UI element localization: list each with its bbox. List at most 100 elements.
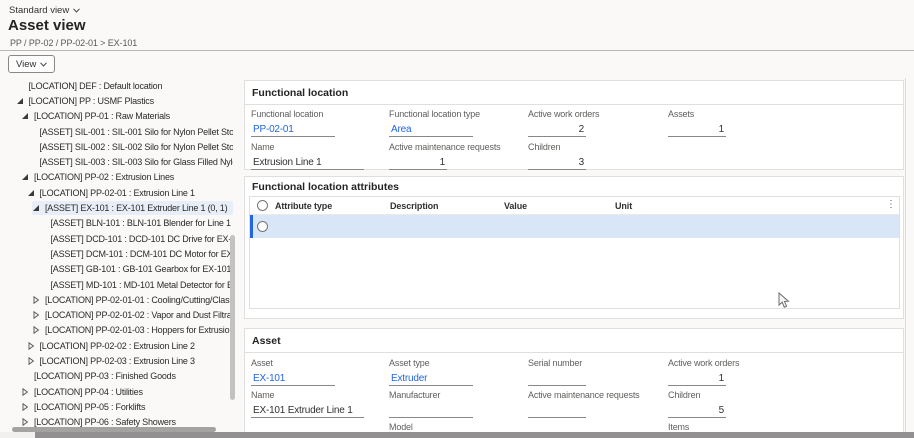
field-value-active-work-orders[interactable]: 1 — [668, 372, 726, 386]
field-value-serial-number[interactable] — [528, 372, 586, 386]
tree-item-location-pp-02-01-extrusion[interactable]: [LOCATION] PP-02-01 : Extrusion Line 1 — [0, 185, 233, 200]
page-horizontal-scrollbar[interactable] — [0, 432, 914, 438]
more-options-icon[interactable]: ⋮ — [886, 199, 896, 210]
expand-arrow-icon[interactable] — [21, 418, 34, 427]
tree-item-label: [LOCATION] PP-02-01 : Extrusion Line 1 — [39, 187, 196, 198]
tree-item-label: [LOCATION] PP-02-01-02 : Vapor and Dust … — [45, 310, 233, 321]
field-value-children[interactable]: 3 — [528, 156, 586, 170]
field-value-name[interactable]: Extrusion Line 1 — [251, 156, 364, 170]
field-name: Name EX-101 Extruder Line 1 — [251, 390, 364, 418]
field-label: Children — [668, 390, 701, 400]
tree-item-location-pp-02-01-02-vapor[interactable]: [LOCATION] PP-02-01-02 : Vapor and Dust … — [0, 307, 233, 322]
field-value-name[interactable]: EX-101 Extruder Line 1 — [251, 404, 364, 418]
field-value-active-maintenance-requests[interactable]: 1 — [389, 156, 447, 170]
expand-arrow-icon[interactable] — [27, 341, 40, 350]
field-label: Functional location — [251, 109, 324, 119]
field-value-active-maintenance-requests[interactable] — [528, 404, 586, 418]
collapse-arrow-icon[interactable] — [16, 97, 29, 105]
collapse-arrow-icon[interactable] — [27, 189, 40, 197]
tree-item-location-pp-06-safety[interactable]: [LOCATION] PP-06 : Safety Showers — [0, 415, 233, 428]
tree-item-asset-sil-002-sil-002[interactable]: [ASSET] SIL-002 : SIL-002 Silo for Nylon… — [0, 139, 234, 154]
section-title: Asset — [245, 329, 903, 353]
tree-item-label: [LOCATION] DEF : Default location — [28, 80, 163, 91]
row-select-radio[interactable] — [257, 221, 268, 232]
select-all-radio[interactable] — [257, 200, 268, 211]
column-header-value[interactable]: Value — [504, 201, 527, 211]
column-header-unit[interactable]: Unit — [615, 201, 632, 211]
field-label: Children — [528, 142, 561, 152]
tree-item-asset-ex-101-ex-101[interactable]: [ASSET] EX-101 : EX-101 Extruder Line 1 … — [0, 200, 233, 216]
view-button-label: View — [16, 58, 37, 70]
tree-item-location-pp-01-raw[interactable]: [LOCATION] PP-01 : Raw Materials — [0, 109, 233, 124]
field-value-manufacturer[interactable] — [389, 404, 473, 418]
field-label: Serial number — [528, 358, 583, 368]
tree-item-label: [LOCATION] PP-01 : Raw Materials — [34, 111, 170, 122]
field-functional-location: Functional location PP-02-01 — [251, 109, 335, 137]
field-value-functional-location[interactable]: PP-02-01 — [251, 123, 335, 137]
field-label: Functional location type — [389, 109, 480, 119]
tree-item-location-pp-usmf[interactable]: [LOCATION] PP : USMF Plastics — [0, 93, 233, 108]
tree-item-asset-sil-003-sil-003[interactable]: [ASSET] SIL-003 : SIL-003 Silo for Glass… — [0, 154, 234, 169]
column-header-attribute-type[interactable]: Attribute type — [275, 201, 332, 211]
view-selector-label: Standard view — [9, 5, 70, 16]
view-selector[interactable]: Standard view — [9, 5, 81, 16]
expand-arrow-icon[interactable] — [21, 387, 34, 396]
tree-item-label: [LOCATION] PP-03 : Finished Goods — [34, 371, 176, 382]
attributes-grid-header: ⋮ Attribute type Description Value Unit — [250, 197, 899, 215]
tree-item-asset-md-101-md-101[interactable]: [ASSET] MD-101 : MD-101 Metal Detector f… — [0, 277, 234, 292]
tree-item-asset-dcm-101-dcm-101[interactable]: [ASSET] DCM-101 : DCM-101 DC Motor for E… — [0, 246, 234, 261]
tree-item-asset-gb-101-gb-101[interactable]: [ASSET] GB-101 : GB-101 Gearbox for EX-1… — [0, 262, 233, 277]
field-label: Name — [251, 142, 275, 152]
tree-item-label: [LOCATION] PP-02-02 : Extrusion Line 2 — [39, 340, 196, 351]
tree-item-label: [LOCATION] PP-02-03 : Extrusion Line 3 — [39, 355, 196, 366]
row-selection-accent — [250, 215, 253, 238]
view-button[interactable]: View — [8, 55, 56, 73]
field-asset-type: Asset type Extruder — [389, 358, 473, 386]
field-value-functional-location-type[interactable]: Area — [389, 123, 473, 137]
field-active-work-orders: Active work orders 2 — [528, 109, 599, 137]
collapse-arrow-icon[interactable] — [32, 204, 45, 212]
tree-item-label: [LOCATION] PP-05 : Forklifts — [34, 401, 146, 412]
field-label: Name — [251, 390, 275, 400]
column-header-description[interactable]: Description — [390, 201, 439, 211]
field-value-active-work-orders[interactable]: 2 — [528, 123, 586, 137]
tree-item-location-pp-02-02-extrusion[interactable]: [LOCATION] PP-02-02 : Extrusion Line 2 — [0, 338, 233, 353]
attribute-row[interactable] — [250, 215, 899, 238]
breadcrumb-bar: PP / PP-02 / PP-02-01 > EX-101 — [0, 36, 914, 51]
field-label: Active maintenance requests — [528, 390, 640, 400]
tree-item-location-pp-02-01-01-cooling-cutting-classify[interactable]: [LOCATION] PP-02-01-01 : Cooling/Cutting… — [0, 292, 233, 307]
tree-item-location-pp-03-finished[interactable]: [LOCATION] PP-03 : Finished Goods — [0, 369, 233, 384]
field-label: Manufacturer — [389, 390, 441, 400]
field-value-asset-type[interactable]: Extruder — [389, 372, 473, 386]
tree-vertical-scrollbar[interactable] — [230, 235, 235, 400]
field-value-assets[interactable]: 1 — [668, 123, 726, 137]
expand-arrow-icon[interactable] — [32, 326, 45, 335]
page-horizontal-scrollbar-thumb[interactable] — [35, 432, 914, 438]
expand-arrow-icon[interactable] — [32, 311, 45, 320]
field-functional-location-type: Functional location type Area — [389, 109, 480, 137]
tree-item-location-pp-02-extrusion[interactable]: [LOCATION] PP-02 : Extrusion Lines — [0, 170, 233, 185]
field-value-asset[interactable]: EX-101 — [251, 372, 335, 386]
breadcrumb[interactable]: PP / PP-02 / PP-02-01 > EX-101 — [10, 38, 137, 48]
tree-item-location-pp-05-forklifts[interactable]: [LOCATION] PP-05 : Forklifts — [0, 399, 233, 414]
tree-item-asset-bln-101-bln-101[interactable]: [ASSET] BLN-101 : BLN-101 Blender for Li… — [0, 216, 233, 231]
tree-item-asset-sil-001-sil-001[interactable]: [ASSET] SIL-001 : SIL-001 Silo for Nylon… — [0, 124, 234, 139]
asset-section: Asset Asset EX-101 Asset type Extruder Seria… — [244, 328, 904, 438]
panel-right-divider — [905, 78, 906, 432]
collapse-arrow-icon[interactable] — [21, 173, 34, 181]
collapse-arrow-icon[interactable] — [21, 112, 34, 120]
tree-item-label: [ASSET] GB-101 : GB-101 Gearbox for EX-1… — [50, 264, 232, 275]
tree-item-location-pp-02-03-extrusion[interactable]: [LOCATION] PP-02-03 : Extrusion Line 3 — [0, 353, 233, 368]
field-serial-number: Serial number — [528, 358, 586, 386]
tree-item-location-pp-04-utilities[interactable]: [LOCATION] PP-04 : Utilities — [0, 384, 233, 399]
expand-arrow-icon[interactable] — [21, 402, 34, 411]
tree-item-location-pp-02-01-03-hoppers[interactable]: [LOCATION] PP-02-01-03 : Hoppers for Ext… — [0, 323, 233, 338]
tree-item-label: [LOCATION] PP-06 : Safety Showers — [34, 417, 176, 428]
tree-item-location-def-default[interactable]: [LOCATION] DEF : Default location — [0, 78, 233, 93]
expand-arrow-icon[interactable] — [32, 295, 45, 304]
tree-item-asset-dcd-101-dcd-101[interactable]: [ASSET] DCD-101 : DCD-101 DC Drive for E… — [0, 231, 234, 246]
tree-item-label: [ASSET] SIL-002 : SIL-002 Silo for Nylon… — [39, 141, 234, 152]
expand-arrow-icon[interactable] — [27, 356, 40, 365]
field-value-children[interactable]: 5 — [668, 404, 726, 418]
field-label: Active work orders — [528, 109, 600, 119]
